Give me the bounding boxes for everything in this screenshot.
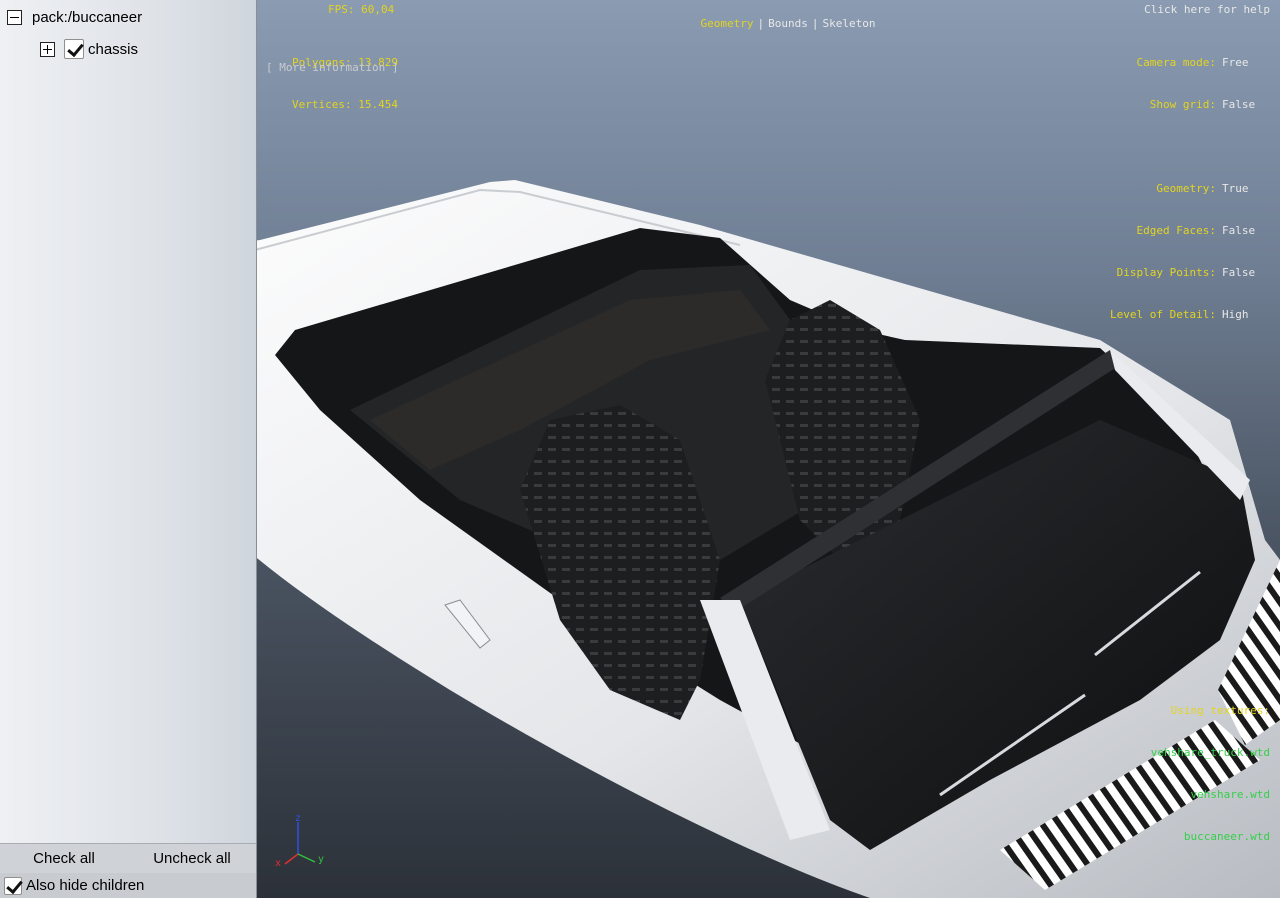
selection-buttons: Check all Uncheck all [0,843,256,873]
setting-key: Geometry: [1156,182,1216,195]
chassis-visibility-checkbox[interactable] [64,39,84,59]
also-hide-children-label: Also hide children [26,877,145,894]
texture-item: buccaneer.wtd [1183,830,1270,843]
mesh-stats: Polygons: 13.829 Vertices: 15.454 [292,28,398,140]
setting-edged-faces[interactable]: Edged Faces: False [1110,224,1270,238]
texture-item: vehshare_truck.wtd [1150,746,1270,759]
setting-value: False [1222,266,1256,279]
tree-item-chassis[interactable]: chassis [40,38,138,60]
tab-skeleton[interactable]: Skeleton [822,17,875,30]
fps-readout: FPS: 60,04 [328,3,394,17]
model-viewport[interactable]: FPS: 60,04 Polygons: 13.829 Vertices: 15… [257,0,1280,898]
expand-icon[interactable] [40,41,55,57]
help-link[interactable]: Click here for help [1144,3,1270,17]
x-axis-line [284,853,299,865]
setting-value: False [1222,98,1256,111]
setting-key: Display Points: [1116,266,1216,279]
setting-geometry[interactable]: Geometry: True [1110,182,1270,196]
setting-key: Show grid: [1149,98,1216,111]
setting-key: Level of Detail: [1110,308,1216,321]
y-axis-line [297,853,316,863]
texture-list: Using textures: vehshare_truck.wtd vehsh… [1151,676,1270,872]
y-axis-label: y [318,854,324,865]
setting-value: Free [1222,56,1249,69]
setting-display-points[interactable]: Display Points: False [1110,266,1270,280]
view-mode-tabs: Geometry | Bounds | Skeleton [700,17,876,30]
setting-camera-mode[interactable]: Camera mode: Free [1110,56,1270,70]
setting-show-grid[interactable]: Show grid: False [1110,98,1270,112]
setting-level-of-detail[interactable]: Level of Detail: High [1110,308,1270,322]
setting-key: Edged Faces: [1136,224,1216,237]
tree-item-root-label: pack:/buccaneer [32,8,143,26]
tree-item-chassis-label: chassis [88,40,139,58]
axis-gizmo: z x y [275,814,324,869]
setting-value: High [1222,308,1249,321]
tab-geometry[interactable]: Geometry [701,17,754,30]
x-axis-label: x [275,858,281,869]
setting-value: True [1222,182,1249,195]
vertices-label: Vertices: [292,98,352,111]
collapse-icon[interactable] [7,9,22,25]
more-information-link[interactable]: [ More information ] [266,61,398,75]
setting-key: Camera mode: [1136,56,1216,69]
vertices-value: 15.454 [358,98,398,111]
z-axis-label: z [295,814,301,824]
setting-value: False [1222,224,1256,237]
texture-item: vehshare.wtd [1190,788,1270,801]
also-hide-children-checkbox[interactable] [4,876,22,895]
tab-bounds[interactable]: Bounds [768,17,808,30]
scene-tree-panel: pack:/buccaneer chassis Check all Unchec… [0,0,257,898]
fps-label: FPS: [328,3,355,16]
viewport-settings: Camera mode: Free Show grid: False Geometr… [1110,28,1270,350]
also-hide-children-option[interactable]: Also hide children [0,873,256,898]
check-all-button[interactable]: Check all [0,844,128,873]
fps-value: 60,04 [361,3,395,16]
tree-item-root[interactable]: pack:/buccaneer [7,6,142,28]
textures-header: Using textures: [1170,704,1270,717]
uncheck-all-button[interactable]: Uncheck all [128,844,256,873]
